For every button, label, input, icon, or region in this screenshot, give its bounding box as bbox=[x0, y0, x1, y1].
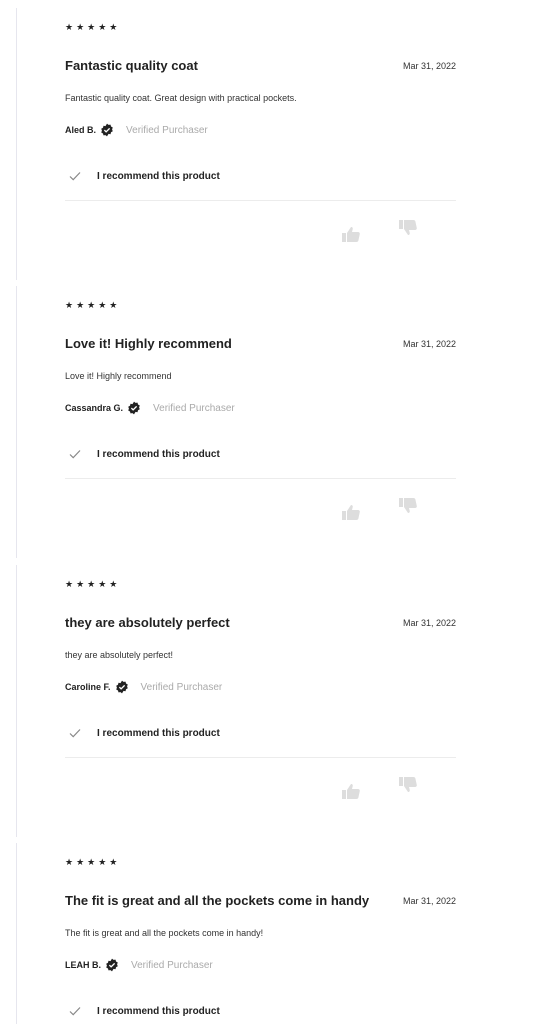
verified-purchaser-label: Verified Purchaser bbox=[126, 124, 208, 136]
verified-badge-icon bbox=[115, 680, 128, 694]
checkmark-icon bbox=[69, 172, 81, 181]
recommend-row: I recommend this product bbox=[65, 725, 220, 741]
star-rating: ★★★★★ bbox=[65, 579, 121, 589]
checkmark-icon bbox=[69, 450, 81, 459]
recommend-row: I recommend this product bbox=[65, 1003, 220, 1019]
review-card: ★★★★★ The fit is great and all the pocke… bbox=[16, 843, 456, 1024]
star-rating: ★★★★★ bbox=[65, 22, 121, 32]
author-name: LEAH B. bbox=[65, 960, 101, 970]
thumbs-up-icon[interactable] bbox=[342, 504, 360, 520]
review-body: Love it! Highly recommend bbox=[65, 371, 172, 381]
verified-purchaser-label: Verified Purchaser bbox=[140, 681, 223, 693]
verified-purchaser-label: Verified Purchaser bbox=[131, 959, 213, 971]
divider bbox=[65, 200, 456, 201]
divider bbox=[65, 478, 456, 479]
review-title: Fantastic quality coat bbox=[65, 58, 198, 73]
thumbs-down-icon[interactable] bbox=[399, 777, 417, 793]
checkmark-icon bbox=[69, 729, 81, 738]
recommend-row: I recommend this product bbox=[65, 168, 220, 184]
review-body: they are absolutely perfect! bbox=[65, 650, 174, 660]
verified-badge-icon bbox=[128, 401, 140, 415]
review-title: The fit is great and all the pockets com… bbox=[65, 893, 370, 908]
recommend-row: I recommend this product bbox=[65, 446, 220, 462]
verified-purchaser-label: Verified Purchaser bbox=[153, 402, 235, 414]
recommend-text: I recommend this product bbox=[97, 448, 220, 460]
author-row: Caroline F. Verified Purchaser bbox=[65, 679, 222, 695]
review-body: Fantastic quality coat. Great design wit… bbox=[65, 93, 297, 103]
divider bbox=[65, 757, 456, 758]
star-rating: ★★★★★ bbox=[65, 857, 121, 867]
review-date: Mar 31, 2022 bbox=[402, 896, 456, 906]
thumbs-up-icon[interactable] bbox=[342, 783, 360, 799]
review-card: ★★★★★ Love it! Highly recommend Mar 31, … bbox=[16, 286, 456, 558]
checkmark-icon bbox=[69, 1007, 81, 1016]
author-row: Aled B. Verified Purchaser bbox=[65, 122, 208, 138]
review-title: they are absolutely perfect bbox=[65, 615, 230, 630]
star-rating: ★★★★★ bbox=[65, 300, 121, 310]
verified-badge-icon bbox=[106, 958, 118, 972]
author-row: Cassandra G. Verified Purchaser bbox=[65, 400, 235, 416]
review-title: Love it! Highly recommend bbox=[65, 336, 232, 351]
recommend-text: I recommend this product bbox=[97, 1005, 220, 1017]
review-card: ★★★★★ they are absolutely perfect Mar 31… bbox=[16, 565, 456, 837]
author-row: LEAH B. Verified Purchaser bbox=[65, 957, 213, 973]
recommend-text: I recommend this product bbox=[97, 170, 220, 182]
author-name: Cassandra G. bbox=[65, 403, 124, 413]
review-card: ★★★★★ Fantastic quality coat Mar 31, 202… bbox=[16, 8, 456, 280]
review-date: Mar 31, 2022 bbox=[402, 618, 456, 628]
thumbs-up-icon[interactable] bbox=[342, 226, 360, 242]
review-date: Mar 31, 2022 bbox=[402, 61, 456, 71]
verified-badge-icon bbox=[101, 123, 113, 137]
thumbs-down-icon[interactable] bbox=[399, 220, 417, 236]
review-date: Mar 31, 2022 bbox=[402, 339, 456, 349]
author-name: Caroline F. bbox=[65, 682, 111, 692]
review-body: The fit is great and all the pockets com… bbox=[65, 928, 264, 938]
author-name: Aled B. bbox=[65, 125, 97, 135]
thumbs-down-icon[interactable] bbox=[399, 498, 417, 514]
recommend-text: I recommend this product bbox=[97, 727, 220, 739]
